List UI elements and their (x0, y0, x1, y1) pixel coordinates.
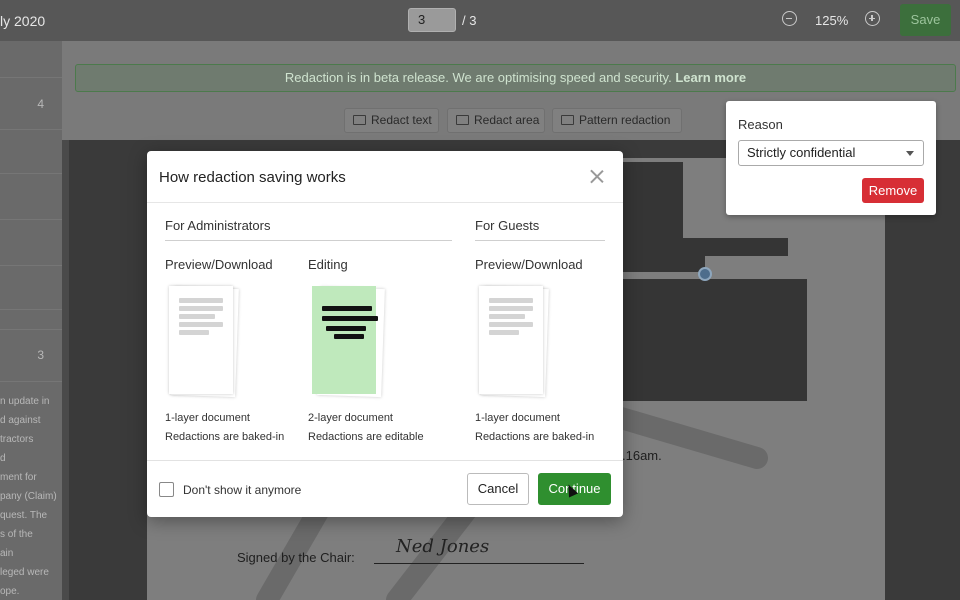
divider (147, 202, 623, 203)
dont-show-label[interactable]: Don't show it anymore (183, 483, 301, 497)
column-note: 2-layer document (308, 412, 393, 424)
save-button[interactable]: Save (900, 4, 951, 36)
signature-line (374, 563, 584, 564)
cancel-button[interactable]: Cancel (467, 473, 529, 505)
snippet-line: n update in (0, 396, 50, 407)
divider (0, 381, 62, 382)
redact-text-button[interactable]: Redact text (344, 108, 439, 133)
close-icon[interactable] (590, 169, 604, 183)
column-title: Preview/Download (475, 257, 583, 272)
redaction-box[interactable] (622, 279, 807, 401)
redact-area-icon (456, 115, 469, 125)
snippet-line: leged were (0, 567, 49, 578)
redaction-box[interactable] (622, 238, 788, 256)
column-note: Redactions are editable (308, 431, 424, 443)
snippet-line: pany (Claim) (0, 491, 57, 502)
column-title: Preview/Download (165, 257, 273, 272)
admins-title: For Administrators (165, 218, 271, 233)
divider (165, 240, 452, 241)
snippet-line: quest. The (0, 510, 48, 521)
snippet-line: d (0, 453, 6, 464)
redact-area-label: Redact area (474, 113, 540, 127)
signature: Ned Jones (396, 536, 490, 557)
document-title: ly 2020 (0, 13, 46, 29)
snippet-line: tractors (0, 434, 34, 445)
divider (0, 129, 62, 130)
top-bar: ly 2020 3 / 3 125% Save (0, 0, 960, 41)
column-note: 1-layer document (475, 412, 560, 424)
dont-show-checkbox[interactable] (159, 482, 174, 497)
signed-label: Signed by the Chair: (237, 550, 355, 565)
document-text: .16am. (622, 448, 662, 463)
pattern-redaction-button[interactable]: Pattern redaction (552, 108, 682, 133)
banner-text: Redaction is in beta release. We are opt… (284, 70, 676, 85)
redact-text-label: Redact text (371, 113, 432, 127)
snippet-line: s of the (0, 529, 33, 540)
zoom-in-icon[interactable] (865, 11, 880, 26)
pattern-redaction-icon (561, 115, 574, 125)
divider (0, 265, 62, 266)
column-note: Redactions are baked-in (165, 431, 285, 443)
reason-select[interactable]: Strictly confidential (738, 140, 924, 166)
remove-button[interactable]: Remove (862, 178, 924, 203)
redaction-box[interactable] (622, 162, 683, 242)
chevron-down-icon (906, 151, 914, 156)
column-note: 1-layer document (165, 412, 250, 424)
reason-selected-value: Strictly confidential (747, 145, 856, 160)
list-item[interactable] (0, 77, 62, 129)
beta-banner: Redaction is in beta release. We are opt… (75, 64, 956, 92)
snippet-line: ment for (0, 472, 37, 483)
item-number: 3 (37, 348, 44, 362)
redaction-box[interactable] (622, 256, 705, 272)
column-title: Editing (308, 257, 348, 272)
column-note: Redactions are baked-in (475, 431, 595, 443)
snippet-line: d against (0, 415, 41, 426)
guests-title: For Guests (475, 218, 540, 233)
divider (0, 329, 62, 330)
snippet-line: ope. (0, 586, 20, 597)
redact-text-icon (353, 115, 366, 125)
redaction-info-modal: How redaction saving works For Administr… (147, 151, 623, 517)
page-number-input[interactable]: 3 (408, 8, 456, 32)
divider (475, 240, 605, 241)
snippet-line: ain (0, 548, 14, 559)
divider (0, 173, 62, 174)
redact-area-button[interactable]: Redact area (447, 108, 545, 133)
pattern-redaction-label: Pattern redaction (579, 113, 671, 127)
divider (0, 309, 62, 310)
page-total: / 3 (462, 13, 477, 28)
learn-more-link[interactable]: Learn more (675, 70, 746, 85)
reason-label: Reason (738, 117, 783, 132)
item-number: 4 (37, 97, 44, 111)
left-panel: 4 3 n update in d against tractors d men… (0, 41, 62, 600)
zoom-out-icon[interactable] (782, 11, 797, 26)
zoom-level: 125% (815, 13, 849, 28)
modal-title: How redaction saving works (159, 169, 346, 186)
divider (147, 460, 623, 461)
resize-handle[interactable] (698, 267, 712, 281)
divider (0, 219, 62, 220)
